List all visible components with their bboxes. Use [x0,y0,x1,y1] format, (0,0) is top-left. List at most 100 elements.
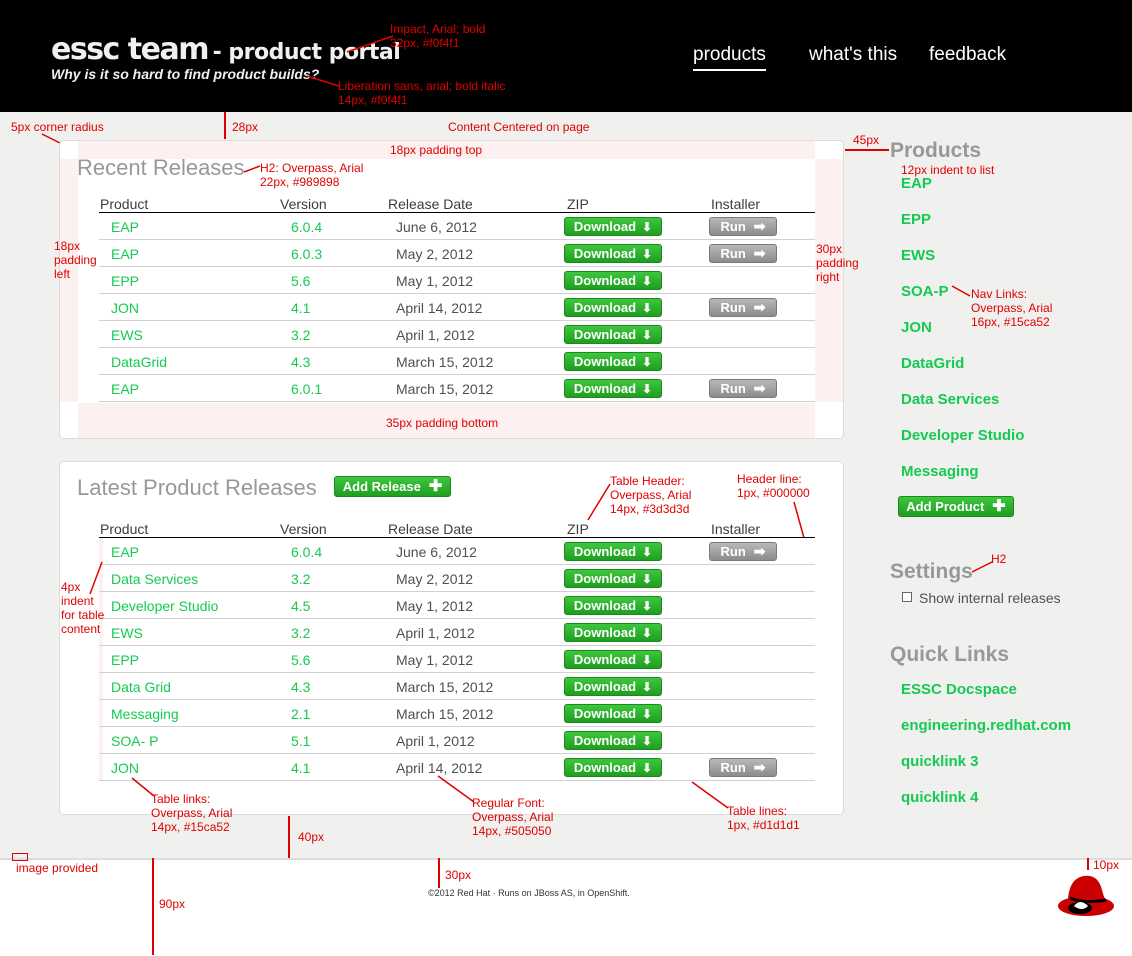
download-button[interactable]: Download ⬇ [564,244,662,263]
recent-table-row: EWS 3.2 April 1, 2012 Download ⬇ [99,321,815,348]
quick-link[interactable]: engineering.redhat.com [901,717,1121,753]
download-arrow-icon: ⬇ [642,381,653,396]
product-link[interactable]: EAP [111,381,139,397]
latest-table-row: EAP 6.0.4 June 6, 2012 Download ⬇ Run ➡ [99,538,815,565]
run-button[interactable]: Run ➡ [709,758,777,777]
nav-feedback[interactable]: feedback [929,44,1006,66]
annotation-line: H2: Overpass, Arial [260,161,364,175]
arrow-right-icon: ➡ [753,299,766,315]
product-link[interactable]: EPP [111,652,139,668]
version-cell: 6.0.3 [291,246,323,262]
latest-col-installer: Installer [711,521,761,537]
product-link[interactable]: DataGrid [111,354,167,370]
download-button[interactable]: Download ⬇ [564,271,662,290]
annotation-line: 18px [54,239,81,253]
recent-table-row: EAP 6.0.4 June 6, 2012 Download ⬇ Run ➡ [99,213,815,240]
product-link[interactable]: EAP [111,544,139,560]
nav-whats-this[interactable]: what's this [809,44,897,66]
show-internal-checkbox[interactable] [902,592,912,602]
annotation-line: Table Header: [610,474,685,488]
run-button[interactable]: Run ➡ [709,379,777,398]
recent-releases-title: Recent Releases [77,155,245,180]
quick-link[interactable]: quicklink 4 [901,789,1121,825]
sidebar-product-link[interactable]: EWS [901,247,1101,283]
annotation-line: 16px, #15ca52 [971,315,1050,329]
run-button[interactable]: Run ➡ [709,298,777,317]
download-label: Download [573,706,637,721]
annotation-line: 30px [816,242,843,256]
site-tagline: Why is it so hard to find product builds… [51,66,320,82]
sidebar-products-title: Products [890,139,982,162]
download-button[interactable]: Download ⬇ [564,677,662,696]
release-date-cell: April 14, 2012 [396,300,483,316]
download-button[interactable]: Download ⬇ [564,650,662,669]
sidebar-product-link[interactable]: Messaging [901,463,1101,499]
download-button[interactable]: Download ⬇ [564,325,662,344]
sidebar-product-link[interactable]: EPP [901,211,1101,247]
sidebar-product-link[interactable]: Developer Studio [901,427,1101,463]
download-button[interactable]: Download ⬇ [564,731,662,750]
download-button[interactable]: Download ⬇ [564,569,662,588]
recent-table-row: DataGrid 4.3 March 15, 2012 Download ⬇ [99,348,815,375]
sidebar-quicklinks-title: Quick Links [890,643,1010,666]
download-arrow-icon: ⬇ [642,246,653,261]
product-link[interactable]: Data Services [111,571,198,587]
product-link[interactable]: SOA- P [111,733,158,749]
release-date-cell: March 15, 2012 [396,381,494,397]
nav-products[interactable]: products [693,44,766,71]
quick-link[interactable]: quicklink 3 [901,753,1121,789]
latest-table-row: EWS 3.2 April 1, 2012 Download ⬇ [99,619,815,646]
annotation-marker [152,858,154,955]
annotation-arrow [131,777,155,797]
run-label: Run [720,300,746,315]
download-button[interactable]: Download ⬇ [564,596,662,615]
annotation-line: 1px, #000000 [737,486,810,500]
sidebar-product-link[interactable]: EAP [901,175,1101,211]
download-button[interactable]: Download ⬇ [564,352,662,371]
redhat-logo[interactable] [1054,868,1116,920]
download-button[interactable]: Download ⬇ [564,542,662,561]
download-button[interactable]: Download ⬇ [564,217,662,236]
product-link[interactable]: JON [111,300,139,316]
add-product-button[interactable]: Add Product ✚ [898,496,1014,517]
download-arrow-icon: ⬇ [642,273,653,288]
annotation-arrow [793,501,805,539]
download-button[interactable]: Download ⬇ [564,758,662,777]
product-link[interactable]: EPP [111,273,139,289]
download-button[interactable]: Download ⬇ [564,623,662,642]
product-link[interactable]: EAP [111,246,139,262]
download-arrow-icon: ⬇ [642,300,653,315]
product-link[interactable]: JON [111,760,139,776]
release-date-cell: May 1, 2012 [396,652,474,668]
download-label: Download [573,381,637,396]
product-link[interactable]: Developer Studio [111,598,218,614]
add-release-button[interactable]: Add Release ✚ [334,476,451,497]
run-button[interactable]: Run ➡ [709,542,777,561]
sidebar-product-link[interactable]: DataGrid [901,355,1101,391]
arrow-right-icon: ➡ [753,759,766,775]
annotation-arrow [306,75,340,87]
product-link[interactable]: Data Grid [111,679,171,695]
product-link[interactable]: Messaging [111,706,179,722]
annotation-table-header: Table Header: Overpass, Arial 14px, #3d3… [610,474,691,516]
run-button[interactable]: Run ➡ [709,244,777,263]
run-button[interactable]: Run ➡ [709,217,777,236]
recent-col-zip: ZIP [567,196,589,212]
product-link[interactable]: EWS [111,625,143,641]
annotation-marker [288,816,290,858]
annotation-arrow [587,483,611,521]
quick-link[interactable]: ESSC Docspace [901,681,1121,717]
annotation-arrow [346,35,394,53]
download-button[interactable]: Download ⬇ [564,298,662,317]
download-label: Download [573,544,637,559]
latest-table-row: Messaging 2.1 March 15, 2012 Download ⬇ [99,700,815,727]
product-link[interactable]: EAP [111,219,139,235]
download-arrow-icon: ⬇ [642,706,653,721]
download-label: Download [573,273,637,288]
annotation-line: right [816,270,840,284]
sidebar-product-link[interactable]: Data Services [901,391,1101,427]
download-button[interactable]: Download ⬇ [564,379,662,398]
latest-col-version: Version [280,521,327,537]
product-link[interactable]: EWS [111,327,143,343]
download-button[interactable]: Download ⬇ [564,704,662,723]
